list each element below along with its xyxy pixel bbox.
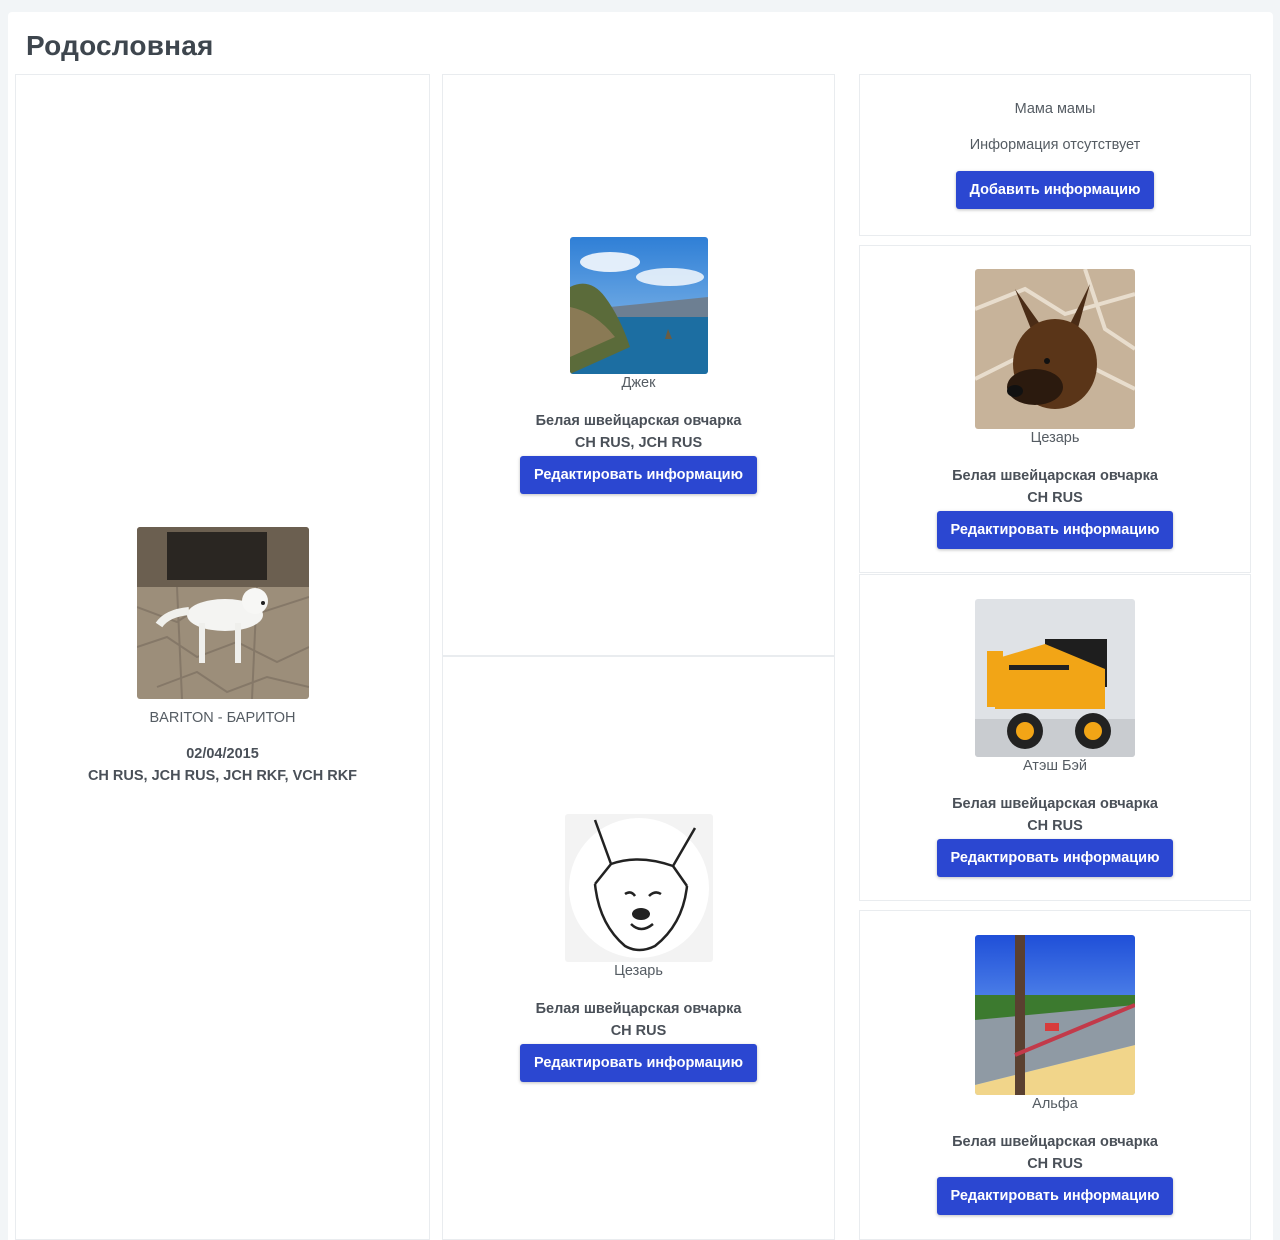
parent-titles: CH RUS bbox=[610, 1023, 667, 1039]
grandparent-titles: CH RUS bbox=[1027, 1156, 1083, 1172]
edit-info-button[interactable]: Редактировать информацию bbox=[520, 1044, 757, 1082]
grandparent-card: Альфа Белая швейцарская овчарка CH RUS Р… bbox=[859, 910, 1251, 1240]
parent-breed: Белая швейцарская овчарка bbox=[535, 1001, 742, 1017]
grandparent-card: Атэш Бэй Белая швейцарская овчарка CH RU… bbox=[859, 574, 1251, 901]
edit-info-button[interactable]: Редактировать информацию bbox=[936, 511, 1174, 549]
parent-photo-landscape bbox=[569, 236, 708, 374]
grandparent-empty-card: Мама мамы Информация отсутствует Добавит… bbox=[859, 74, 1251, 236]
grandparent-name: Цезарь bbox=[1030, 430, 1080, 446]
parent-card-mother: Цезарь Белая швейцарская овчарка CH RUS … bbox=[442, 656, 835, 1240]
parent-photo-sketch bbox=[564, 814, 713, 962]
grandparent-name: Альфа bbox=[1032, 1096, 1078, 1112]
page-title: Родословная bbox=[26, 30, 214, 61]
main-dog-photo bbox=[136, 527, 309, 699]
main-dog-titles: CH RUS, JCH RUS, JCH RKF, VCH RKF bbox=[87, 768, 358, 784]
parent-titles: CH RUS, JCH RUS bbox=[574, 434, 703, 451]
parent-card-father: Джек Белая швейцарская овчарка CH RUS, J… bbox=[442, 74, 835, 656]
main-dog-card: BARITON - БАРИТОН 02/04/2015 CH RUS, JCH… bbox=[15, 74, 430, 1240]
add-info-button[interactable]: Добавить информацию bbox=[955, 171, 1155, 209]
grandparent-photo-loader bbox=[975, 598, 1135, 757]
grandparent-card: Цезарь Белая швейцарская овчарка CH RUS … bbox=[859, 245, 1251, 573]
edit-info-button[interactable]: Редактировать информацию bbox=[520, 455, 757, 494]
edit-info-button[interactable]: Редактировать информацию bbox=[936, 1177, 1174, 1215]
grandparent-titles: CH RUS bbox=[1027, 490, 1083, 506]
main-dog-name: BARITON - БАРИТОН bbox=[149, 710, 296, 726]
parent-breed: Белая швейцарская овчарка bbox=[535, 412, 742, 429]
parent-name: Джек bbox=[621, 374, 656, 391]
edit-info-button[interactable]: Редактировать информацию bbox=[936, 838, 1174, 877]
grandparent-name: Атэш Бэй bbox=[1022, 757, 1088, 774]
main-dog-birth-date: 02/04/2015 bbox=[186, 746, 259, 762]
grandparent-slot-label: Мама мамы bbox=[1014, 101, 1096, 117]
grandparent-photo-dog bbox=[975, 269, 1135, 429]
no-info-message: Информация отсутствует bbox=[969, 137, 1141, 153]
grandparent-photo-street bbox=[975, 935, 1135, 1095]
parent-name: Цезарь bbox=[614, 963, 663, 979]
grandparent-titles: CH RUS bbox=[1027, 817, 1083, 834]
grandparent-breed: Белая швейцарская овчарка bbox=[952, 1134, 1158, 1150]
grandparent-breed: Белая швейцарская овчарка bbox=[952, 795, 1158, 812]
grandparent-breed: Белая швейцарская овчарка bbox=[952, 468, 1158, 484]
